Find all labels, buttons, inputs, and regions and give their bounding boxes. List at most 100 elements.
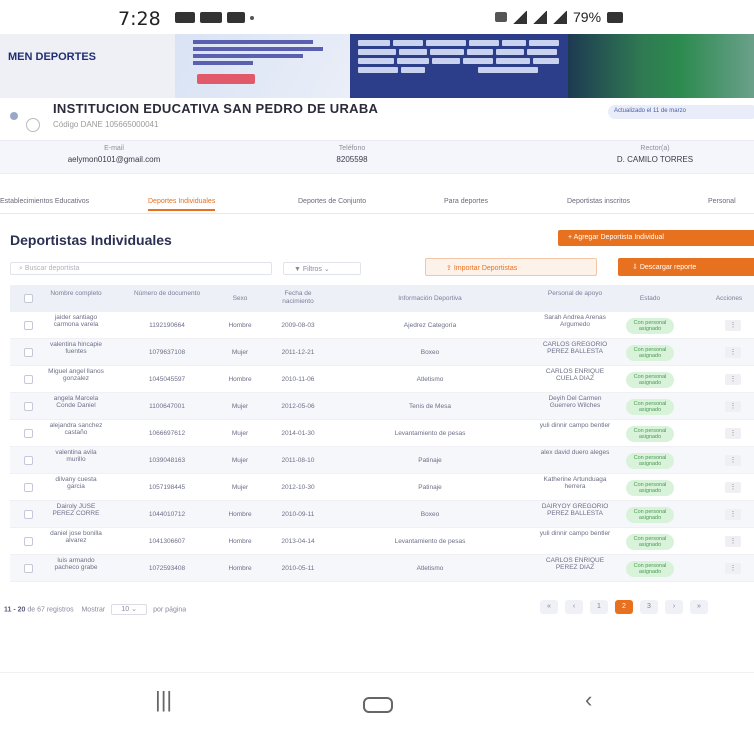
- table-header: Nombre completo Número de documento Sexo…: [10, 285, 754, 312]
- cell-staff: alex david duero aleges: [540, 449, 610, 456]
- table-row[interactable]: Miguel angel llanos gonzalez 1045045597 Ho…: [10, 366, 754, 393]
- alarm-icon: [495, 12, 507, 22]
- cell-sex: Hombre: [228, 511, 252, 518]
- chevron-down-icon: ⌄: [321, 266, 330, 273]
- row-checkbox[interactable]: [24, 348, 33, 357]
- import-button[interactable]: ⇪ Importar Deportistas: [425, 258, 597, 276]
- cell-sport: Atletismo: [416, 565, 444, 572]
- cell-staff: Sarah Andrea Arenas Argumedo: [544, 314, 606, 328]
- row-checkbox[interactable]: [24, 537, 33, 546]
- status-badge: Con personal asignado: [626, 453, 674, 469]
- per-page-suffix: por página: [153, 606, 187, 614]
- recent-apps-icon[interactable]: |||: [155, 687, 172, 713]
- row-checkbox[interactable]: [24, 510, 33, 519]
- page-button[interactable]: 1: [590, 600, 608, 614]
- cell-sex: Mujer: [231, 430, 249, 437]
- page-button[interactable]: ›: [665, 600, 683, 614]
- page-button[interactable]: »: [690, 600, 708, 614]
- select-all-checkbox[interactable]: [24, 294, 33, 303]
- tab-para-deportes[interactable]: Para deportes: [444, 198, 488, 205]
- battery-percent: 79%: [573, 9, 602, 25]
- header-status[interactable]: Estado: [626, 295, 674, 303]
- cell-dob: 2010-11-06: [281, 376, 315, 383]
- filter-button[interactable]: ▼ Filtros ⌄: [283, 262, 361, 275]
- email-value: aelymon0101@gmail.com: [67, 155, 161, 164]
- phone-label: Teléfono: [338, 145, 366, 152]
- row-checkbox[interactable]: [24, 321, 33, 330]
- tab-deportes-conjunto[interactable]: Deportes de Conjunto: [298, 198, 366, 205]
- cell-document: 1192190664: [149, 322, 185, 329]
- cell-name: daniel jose bonilla alvarez: [50, 530, 102, 544]
- battery-icon: [607, 11, 624, 23]
- cell-name: valentina avila murillo: [55, 449, 97, 463]
- table-row[interactable]: luis armando pacheco grabe 1072593408 Homb…: [10, 555, 754, 582]
- cell-name: dilvany cuesta garcia: [55, 476, 97, 490]
- row-menu-icon[interactable]: ⋮: [725, 320, 741, 331]
- row-menu-icon[interactable]: ⋮: [725, 374, 741, 385]
- table-row[interactable]: Dairoly JUSE PEREZ CORRE 1044010712 Hombre…: [10, 501, 754, 528]
- row-checkbox[interactable]: [24, 375, 33, 384]
- promo-ad[interactable]: [175, 34, 350, 98]
- upload-icon: ⇪: [446, 265, 454, 272]
- cell-document: 1057198445: [148, 484, 186, 491]
- table-row[interactable]: jaider santiago carmona varela 1192190664…: [10, 312, 754, 339]
- row-menu-icon[interactable]: ⋮: [725, 563, 741, 574]
- pagination-range: 11 - 20: [4, 606, 26, 614]
- page-button[interactable]: 2: [615, 600, 633, 614]
- row-checkbox[interactable]: [24, 564, 33, 573]
- row-menu-icon[interactable]: ⋮: [725, 536, 741, 547]
- table-row[interactable]: valentina avila murillo 1039048163 Mujer 20…: [10, 447, 754, 474]
- search-input[interactable]: ⌕ Buscar deportista: [10, 262, 272, 275]
- per-page-select[interactable]: 10 ⌄: [111, 604, 148, 615]
- tab-personal[interactable]: Personal: [708, 198, 736, 205]
- rector-info: Rector(a) D. CAMILO TORRES: [580, 145, 730, 164]
- brand-logo: MEN DEPORTES: [0, 34, 175, 98]
- row-checkbox[interactable]: [24, 483, 33, 492]
- app-icon: [227, 12, 245, 23]
- row-menu-icon[interactable]: ⋮: [725, 347, 741, 358]
- row-menu-icon[interactable]: ⋮: [725, 401, 741, 412]
- tab-establecimientos[interactable]: Establecimientos Educativos: [0, 198, 89, 205]
- header-sport-info[interactable]: Información Deportiva: [360, 295, 500, 303]
- header-name[interactable]: Nombre completo: [46, 290, 106, 298]
- row-menu-icon[interactable]: ⋮: [725, 509, 741, 520]
- promo-button[interactable]: [197, 74, 255, 84]
- back-icon[interactable]: ‹: [585, 687, 592, 713]
- table-body: jaider santiago carmona varela 1192190664…: [10, 312, 754, 582]
- row-checkbox[interactable]: [24, 402, 33, 411]
- email-info: E-mail aelymon0101@gmail.com: [24, 145, 204, 164]
- row-menu-icon[interactable]: ⋮: [725, 428, 741, 439]
- row-menu-icon[interactable]: ⋮: [725, 455, 741, 466]
- tab-deportistas-inscritos[interactable]: Deportistas inscritos: [567, 198, 630, 205]
- download-report-button[interactable]: ⇩ Descargar reporte: [618, 258, 754, 276]
- row-checkbox[interactable]: [24, 429, 33, 438]
- home-icon[interactable]: [363, 697, 393, 713]
- page-button[interactable]: ‹: [565, 600, 583, 614]
- status-badge: Con personal asignado: [626, 534, 674, 550]
- page-button[interactable]: 3: [640, 600, 658, 614]
- tab-bar: Establecimientos Educativos Deportes Ind…: [0, 196, 754, 214]
- table-row[interactable]: alejandra sanchez castaño 1066697612 Mujer…: [10, 420, 754, 447]
- cell-sport: Tenis de Mesa: [409, 403, 451, 410]
- cell-sport: Patinaje: [418, 484, 442, 491]
- status-badge: Con personal asignado: [626, 561, 674, 577]
- table-row[interactable]: valentina hincapie fuentes 1079637108 Muje…: [10, 339, 754, 366]
- top-banner[interactable]: MEN DEPORTES: [0, 34, 754, 98]
- header-document[interactable]: Número de documento: [132, 290, 202, 298]
- header-staff[interactable]: Personal de apoyo: [538, 290, 612, 298]
- table-row[interactable]: angela Marcela Conde Daniel 1100647001 Muj…: [10, 393, 754, 420]
- pagination-info: 11 - 20 de 67 registros Mostrar 10 ⌄ por…: [4, 604, 186, 615]
- page-button[interactable]: «: [540, 600, 558, 614]
- tab-deportes-individuales[interactable]: Deportes Individuales: [148, 198, 216, 211]
- add-athlete-button[interactable]: + Agregar Deportista Individual: [558, 230, 754, 246]
- header-dob[interactable]: Fecha de nacimiento: [268, 290, 328, 306]
- cell-name: Miguel angel llanos gonzalez: [48, 368, 104, 382]
- more-dot-icon: [250, 16, 254, 20]
- table-row[interactable]: dilvany cuesta garcia 1057198445 Mujer 2012…: [10, 474, 754, 501]
- table-row[interactable]: daniel jose bonilla alvarez 1041306607 Hom…: [10, 528, 754, 555]
- row-menu-icon[interactable]: ⋮: [725, 482, 741, 493]
- rector-label: Rector(a): [640, 145, 670, 152]
- header-sex[interactable]: Sexo: [220, 295, 260, 303]
- row-checkbox[interactable]: [24, 456, 33, 465]
- cell-dob: 2009-08-03: [281, 322, 315, 329]
